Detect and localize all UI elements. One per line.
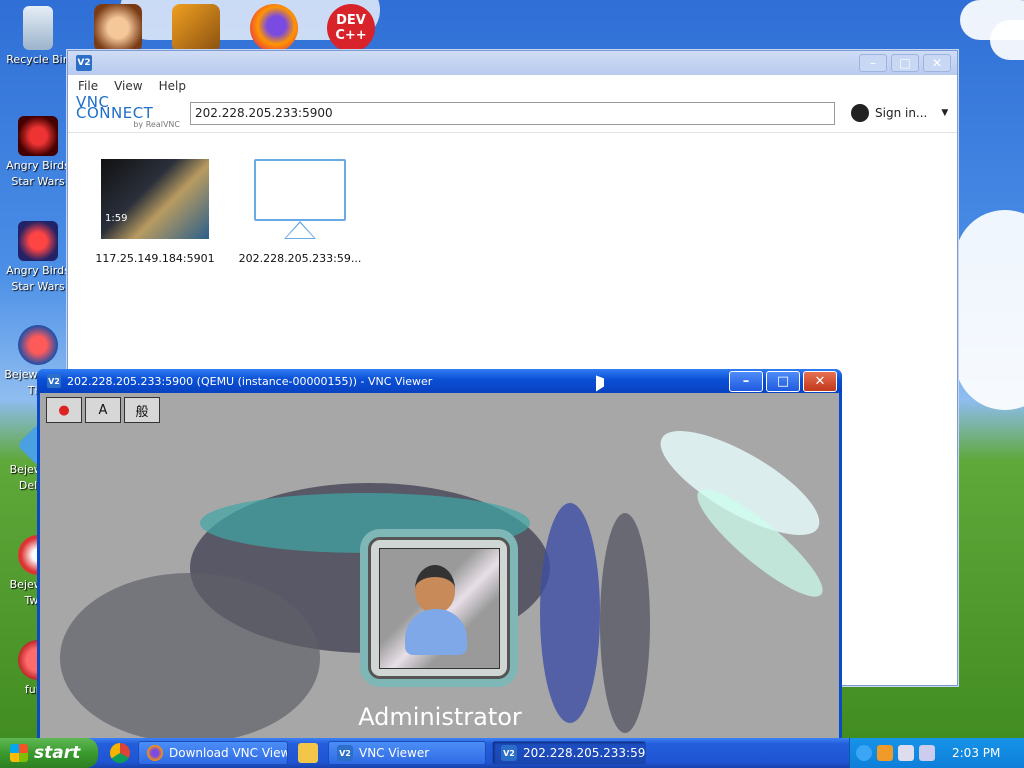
background-shape: [600, 513, 650, 733]
thumb-time: 1:59: [105, 213, 128, 224]
minimize-button[interactable]: –: [859, 54, 887, 72]
taskbar: start Download VNC View... V2 VNC Viewer…: [0, 738, 1024, 768]
connection-thumbnail: 1:59: [101, 159, 209, 239]
connection-label: 117.25.149.184:5901: [95, 252, 215, 265]
connection-tile[interactable]: 202.228.205.233:59...: [230, 159, 370, 265]
menu-view[interactable]: View: [114, 79, 142, 93]
user-tile[interactable]: [368, 537, 510, 679]
clock[interactable]: 2:03 PM: [952, 746, 1000, 760]
vnc-logo-icon: V2: [76, 55, 92, 71]
mouse-cursor-icon: [596, 375, 604, 395]
sign-in-label: Sign in...: [875, 106, 928, 120]
game-icon[interactable]: [94, 4, 142, 52]
windows-flag-icon: [10, 744, 28, 762]
divider: [68, 132, 957, 133]
firefox-icon[interactable]: [250, 4, 298, 52]
menu-bar: File View Help: [68, 75, 957, 97]
close-button[interactable]: ✕: [923, 54, 951, 72]
recycle-bin-icon: [23, 6, 53, 50]
remote-screen[interactable]: ● A 般 Administrator: [40, 393, 839, 741]
viewer-title: 202.228.205.233:5900 (QEMU (instance-000…: [67, 374, 433, 388]
remote-username: Administrator: [358, 703, 522, 731]
firefox-icon: [147, 745, 163, 761]
arrow-icon[interactable]: [856, 745, 872, 761]
address-row: VNC CONNECT by RealVNC Sign in... ▼: [68, 92, 957, 130]
avatar: [379, 548, 500, 669]
desktop-icon-label: Recycle Bin: [6, 53, 70, 66]
angry-birds-icon: [18, 116, 58, 156]
folder-icon[interactable]: [298, 743, 318, 763]
connection-tile[interactable]: 1:59 117.25.149.184:5901: [85, 159, 225, 265]
background-shape: [540, 503, 600, 723]
title-bar[interactable]: V2 – □ ✕: [68, 51, 957, 75]
minimize-button[interactable]: –: [729, 370, 763, 392]
task-label: 202.228.205.233:59...: [523, 746, 646, 760]
angry-birds-icon: [18, 221, 58, 261]
chevron-down-icon: ▼: [941, 108, 949, 118]
vnc-logo-icon: V2: [337, 745, 353, 761]
taskbar-item-vnc-viewer[interactable]: V2 VNC Viewer: [328, 741, 486, 765]
desktop-icon-recycle-bin[interactable]: Recycle Bin: [0, 6, 76, 68]
task-label: Download VNC View...: [169, 746, 288, 760]
connection-label: 202.228.205.233:59...: [238, 252, 362, 265]
person-body: [405, 609, 467, 655]
monitor-stand: [284, 221, 316, 239]
monitor-icon: [254, 159, 346, 221]
address-input[interactable]: [190, 101, 835, 125]
system-tray: 2:03 PM: [849, 738, 1024, 768]
viewer-toolbar: ● A 般: [46, 397, 160, 423]
taskbar-item-viewer-session[interactable]: V2 202.228.205.233:59...: [492, 741, 646, 765]
viewer-title-bar[interactable]: V2 202.228.205.233:5900 (QEMU (instance-…: [37, 369, 842, 393]
background-shape: [60, 573, 320, 741]
menu-file[interactable]: File: [78, 79, 98, 93]
task-label: VNC Viewer: [359, 746, 430, 760]
sign-in-button[interactable]: Sign in... ▼: [851, 104, 948, 122]
taskbar-item-firefox[interactable]: Download VNC View...: [138, 741, 288, 765]
desktop-icon-label: Angry Birds Star Wars: [6, 159, 70, 188]
toolbar-button[interactable]: ●: [46, 397, 82, 423]
maximize-button[interactable]: □: [766, 370, 800, 392]
start-label: start: [34, 743, 81, 763]
bejeweled-icon: [18, 325, 58, 365]
vnc-logo-icon: V2: [501, 745, 517, 761]
person-icon: [415, 565, 455, 613]
close-button[interactable]: ✕: [803, 370, 837, 392]
menu-help[interactable]: Help: [159, 79, 186, 93]
volume-icon[interactable]: [919, 745, 935, 761]
chrome-icon[interactable]: [110, 743, 130, 763]
devcpp-icon[interactable]: DEV C++: [327, 4, 375, 52]
network-icon[interactable]: [898, 745, 914, 761]
vnc-viewer-window: V2 202.228.205.233:5900 (QEMU (instance-…: [37, 369, 842, 741]
desktop-icon-angry-birds-2[interactable]: Angry Birds Star Wars: [0, 221, 76, 295]
toolbar-button[interactable]: 般: [124, 397, 160, 423]
brand-name: VNC CONNECT: [76, 92, 154, 122]
maximize-button[interactable]: □: [891, 54, 919, 72]
desktop-icon-label: Angry Birds Star Wars: [6, 264, 70, 293]
desktop-icon-angry-birds-1[interactable]: Angry Birds Star Wars: [0, 116, 76, 190]
puzzle-icon[interactable]: [172, 4, 220, 52]
user-icon: [851, 104, 869, 122]
vnc-connect-logo: VNC CONNECT by RealVNC: [76, 92, 184, 130]
vnc-logo-icon: V2: [47, 374, 61, 388]
start-button[interactable]: start: [0, 738, 98, 768]
shield-icon[interactable]: [877, 745, 893, 761]
toolbar-button[interactable]: A: [85, 397, 121, 423]
